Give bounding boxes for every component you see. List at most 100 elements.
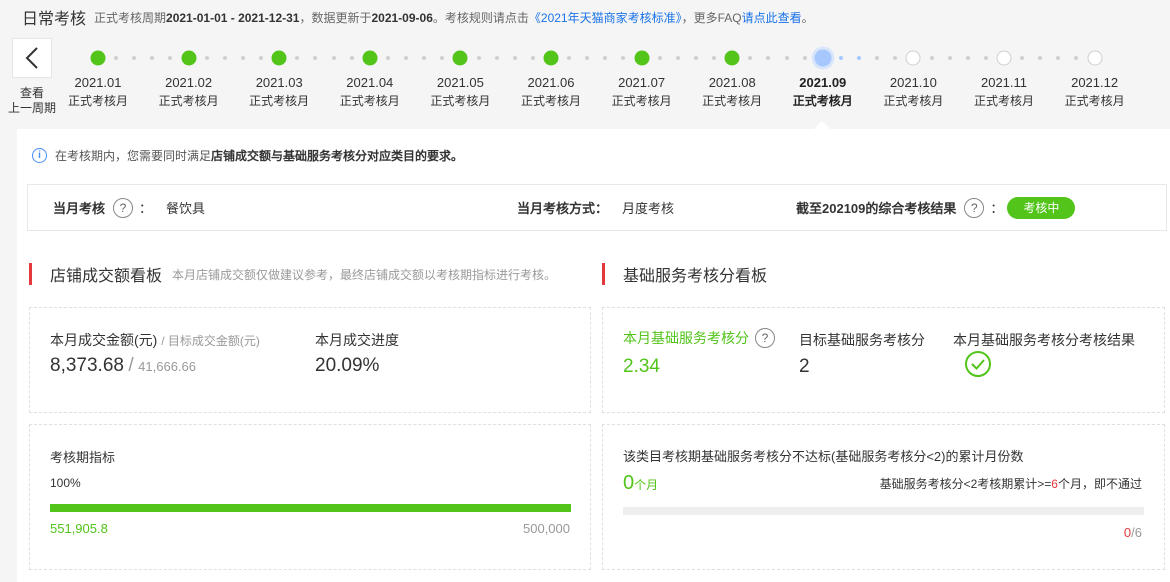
previous-period-button[interactable] <box>12 38 52 78</box>
timeline-connector-dot <box>313 56 318 60</box>
timeline-connector-dot <box>1038 56 1043 60</box>
period-percent: 100% <box>50 476 81 490</box>
faq-link[interactable]: 请点此查看 <box>742 11 802 25</box>
timeline-dot-2021.08[interactable] <box>724 50 740 66</box>
timeline-dot-2021.05[interactable] <box>452 50 468 66</box>
monthly-amount: 8,373.68 <box>50 355 124 376</box>
overall-result: 截至202109的综合考核结果 ? ： 考核中 <box>796 185 1076 230</box>
target-score-label: 目标基础服务考核分 <box>799 332 925 348</box>
timeline-connector-dot <box>168 56 173 60</box>
timeline-connector-dot <box>114 56 119 60</box>
timeline-connector-dot <box>621 56 626 60</box>
timeline-month-2021.07[interactable]: 2021.07 正式考核月 <box>602 73 682 111</box>
monthly-amount-label: 本月成交金额(元) <box>50 332 158 348</box>
timeline-connector-dot <box>440 56 445 60</box>
timeline-month-2021.11[interactable]: 2021.11 正式考核月 <box>964 73 1044 111</box>
timeline-connector-dot <box>748 56 753 60</box>
question-icon[interactable]: ? <box>964 197 985 218</box>
timeline-connector-dot <box>784 56 789 60</box>
timeline-connector-dot <box>476 56 481 60</box>
timeline-connector-dot <box>1020 56 1025 60</box>
fail-months-count: 0 <box>623 472 635 494</box>
timeline-dot-2021.03[interactable] <box>271 50 287 66</box>
service-score: 2.34 <box>623 356 660 377</box>
timeline-connector-dot <box>530 56 535 60</box>
page-header: 日常考核 正式考核周期2021-01-01 - 2021-12-31，数据更新于… <box>0 0 1170 34</box>
assessment-method: 当月考核方式： 月度考核 <box>517 185 674 230</box>
timeline-connector-dot <box>222 56 227 60</box>
timeline-connector-dot <box>259 56 264 60</box>
timeline-connector-dot <box>404 56 409 60</box>
timeline-connector-dot <box>693 56 698 60</box>
timeline-month-2021.06[interactable]: 2021.06 正式考核月 <box>511 73 591 111</box>
target-amount-label: / 目标成交金额(元) <box>161 334 260 348</box>
timeline-connector-dot <box>1074 56 1079 60</box>
period-progress-bar <box>50 504 571 512</box>
period-range: 2021-01-01 - 2021-12-31 <box>166 10 300 25</box>
timeline-month-2021.02[interactable]: 2021.02 正式考核月 <box>149 73 229 111</box>
question-icon[interactable]: ? <box>755 328 775 348</box>
timeline-dot-2021.02[interactable] <box>181 50 197 66</box>
timeline-month-2021.09[interactable]: 2021.09 正式考核月 <box>783 73 863 111</box>
timeline-connector-dot <box>567 56 572 60</box>
status-badge: 考核中 <box>1007 196 1076 219</box>
timeline-dot-2021.01[interactable] <box>90 50 106 66</box>
timeline-connector-dot <box>204 56 209 60</box>
timeline-connector-dot <box>295 56 300 60</box>
service-board-title: 基础服务考核分看板 <box>602 262 767 286</box>
timeline-connector-dot <box>494 56 499 60</box>
timeline-dot-2021.06[interactable] <box>543 50 559 66</box>
category-value: 餐饮具 <box>166 201 206 216</box>
timeline-connector-dot <box>838 56 843 60</box>
service-result-label: 本月基础服务考核分考核结果 <box>953 332 1135 348</box>
service-score-card: 本月基础服务考核分 ? 2.34 目标基础服务考核分 2 本月基础服务考核分考核… <box>602 307 1165 413</box>
timeline-connector-dot <box>983 56 988 60</box>
timeline-dot-2021.04[interactable] <box>362 50 378 66</box>
timeline-connector-dot <box>240 56 245 60</box>
method-value: 月度考核 <box>622 201 675 216</box>
timeline-month-2021.10[interactable]: 2021.10 正式考核月 <box>873 73 953 111</box>
period-info: 正式考核周期2021-01-01 - 2021-12-31，数据更新于2021-… <box>94 10 814 25</box>
timeline-connector-dot <box>675 56 680 60</box>
timeline-dot-2021.10[interactable] <box>905 50 921 66</box>
timeline-dot-2021.09[interactable] <box>814 49 832 67</box>
monthly-progress-label: 本月成交进度 <box>315 332 399 348</box>
timeline-connector-dot <box>766 56 771 60</box>
timeline-month-2021.12[interactable]: 2021.12 正式考核月 <box>1055 73 1135 111</box>
timeline-connector-dot <box>947 56 952 60</box>
timeline-month-2021.03[interactable]: 2021.03 正式考核月 <box>239 73 319 111</box>
timeline-dot-2021.11[interactable] <box>996 50 1012 66</box>
assessment-summary: 当月考核 ? ： 餐饮具 当月考核方式： 月度考核 截至202109的综合考核结… <box>27 184 1167 231</box>
period-indicator-card: 考核期指标 100% 551,905.8 500,000 <box>29 424 591 570</box>
fail-rule: 基础服务考核分<2考核期累计>=6个月，即不通过 <box>879 477 1142 491</box>
current-month-assessment: 当月考核 ? ： 餐饮具 <box>53 185 205 230</box>
timeline-month-2021.08[interactable]: 2021.08 正式考核月 <box>692 73 772 111</box>
timeline-connector-dot <box>422 56 427 60</box>
timeline-connector-dot <box>929 56 934 60</box>
page-title: 日常考核 <box>22 11 87 28</box>
previous-period-label[interactable]: 查看 上一周期 <box>2 86 62 116</box>
timeline-month-2021.01[interactable]: 2021.01 正式考核月 <box>58 73 138 111</box>
timeline-dot-2021.07[interactable] <box>634 50 650 66</box>
monthly-progress: 20.09% <box>315 355 380 376</box>
period-actual: 551,905.8 <box>50 521 108 536</box>
sales-board-title: 店铺成交额看板 本月店铺成交额仅做建议参考，最终店铺成交额以考核期指标进行考核。 <box>29 262 556 286</box>
timeline-connector-dot <box>150 56 155 60</box>
timeline-month-2021.05[interactable]: 2021.05 正式考核月 <box>420 73 500 111</box>
question-icon[interactable]: ? <box>113 197 134 218</box>
timeline-connector-dot <box>1056 56 1061 60</box>
sales-board-note: 本月店铺成交额仅做建议参考，最终店铺成交额以考核期指标进行考核。 <box>172 267 557 282</box>
timeline-month-2021.04[interactable]: 2021.04 正式考核月 <box>330 73 410 111</box>
period-target: 500,000 <box>523 521 570 536</box>
timeline-connector-dot <box>857 56 862 60</box>
rules-link[interactable]: 《2021年天猫商家考核标准》 <box>529 11 682 25</box>
timeline-connector-dot <box>875 56 880 60</box>
timeline-connector-dot <box>132 56 137 60</box>
timeline-connector-dot <box>603 56 608 60</box>
timeline-connector-dot <box>349 56 354 60</box>
timeline-connector-dot <box>512 56 517 60</box>
fail-months-label: 该类目考核期基础服务考核分不达标(基础服务考核分<2)的累计月份数 <box>623 449 1024 464</box>
chevron-left-icon <box>25 47 38 69</box>
timeline-dot-2021.12[interactable] <box>1087 50 1103 66</box>
fail-progress-bar <box>623 507 1144 515</box>
